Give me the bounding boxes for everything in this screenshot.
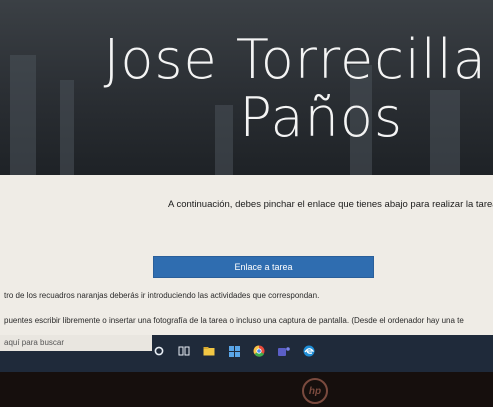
taskbar-search-input[interactable]: aquí para buscar <box>0 335 152 351</box>
store-icon[interactable] <box>227 344 241 358</box>
page-title-line1: Jose Torrecilla <box>103 28 487 91</box>
start-icon[interactable] <box>152 344 166 358</box>
taskbar-icons <box>152 344 316 358</box>
body-text-line: puentes escribir libremente o insertar u… <box>4 316 464 325</box>
chrome-icon[interactable] <box>252 344 266 358</box>
teams-icon[interactable] <box>277 344 291 358</box>
task-view-icon[interactable] <box>177 344 191 358</box>
laptop-screen: Jose Torrecilla Paños A continuación, de… <box>0 0 493 372</box>
hero-banner: Jose Torrecilla Paños <box>0 0 493 175</box>
hp-logo-icon: hp <box>302 378 328 404</box>
laptop-bezel <box>0 372 493 407</box>
instruction-text: A continuación, debes pinchar el enlace … <box>168 199 493 210</box>
body-text-line: tro de los recuadros naranjas deberás ir… <box>4 291 320 300</box>
file-explorer-icon[interactable] <box>202 344 216 358</box>
page-title-line2: Paños <box>239 86 403 149</box>
background-pillar <box>430 90 460 175</box>
task-link-button[interactable]: Enlace a tarea <box>153 256 374 278</box>
edge-icon[interactable] <box>302 344 316 358</box>
